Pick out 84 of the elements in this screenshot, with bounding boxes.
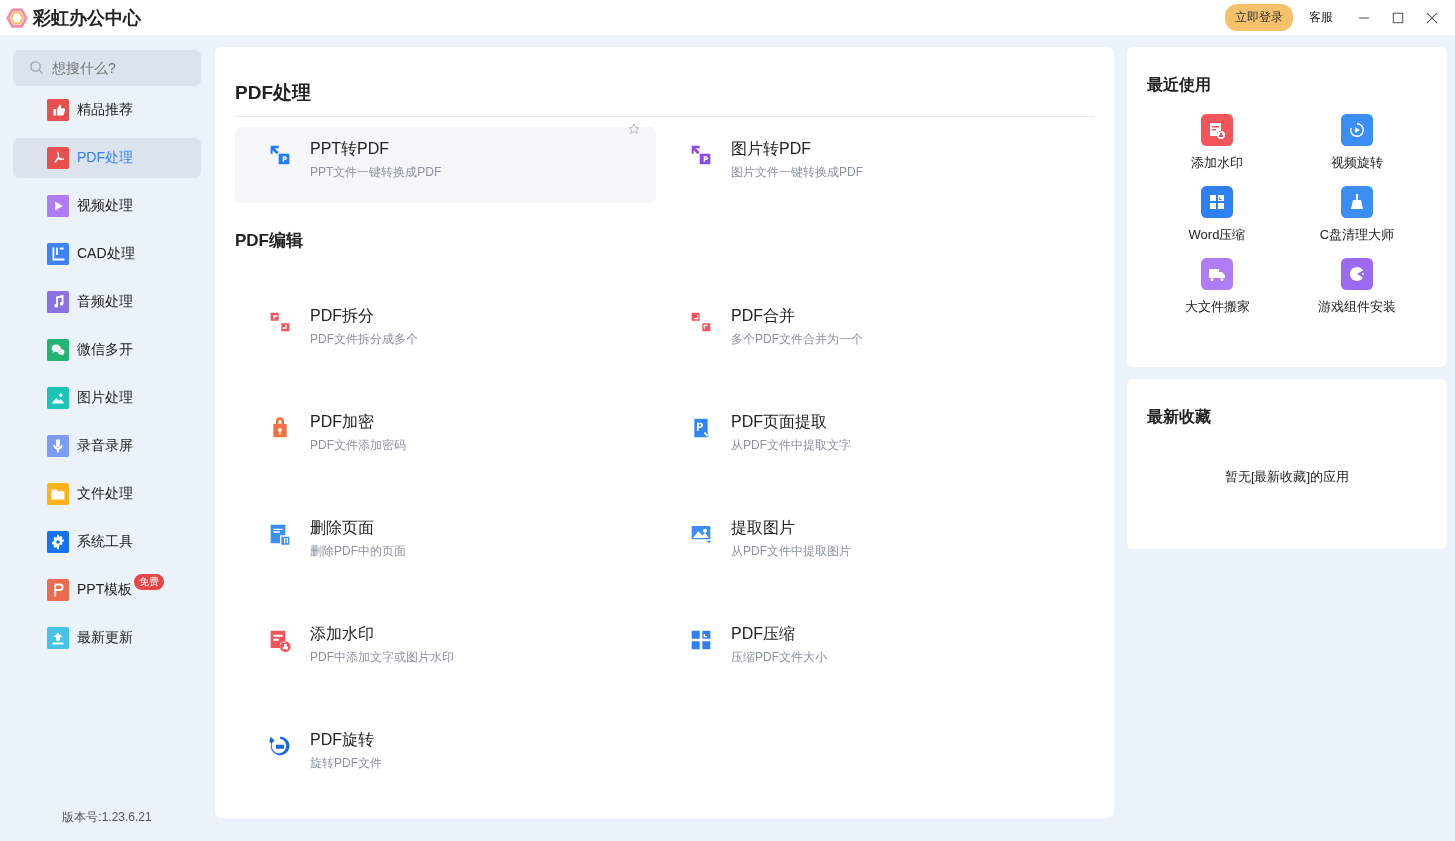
tool-name: PDF合并 xyxy=(731,306,796,326)
sidebar-item[interactable]: 视频处理 xyxy=(13,186,201,226)
tool-name: 图片转PDF xyxy=(731,139,812,159)
tool-name: PDF页面提取 xyxy=(731,412,828,432)
recent-app[interactable]: 游戏组件安装 xyxy=(1287,258,1427,316)
tool-description: 压缩PDF文件大小 xyxy=(731,649,827,666)
tool-card[interactable]: 图片转PDF 图片文件一键转换成PDF xyxy=(656,127,1077,203)
sidebar-item[interactable]: 文件处理 xyxy=(13,474,201,514)
sidebar-item-label: 微信多开 xyxy=(77,341,133,359)
tool-card[interactable]: PDF旋转 旋转PDF文件 xyxy=(235,692,656,798)
tool-card[interactable]: 添加水印 PDF中添加文字或图片水印 xyxy=(235,586,656,692)
sidebar-item-label: PDF处理 xyxy=(77,149,133,167)
tool-name: 添加水印 xyxy=(310,624,375,644)
sidebar-item[interactable]: 精品推荐 xyxy=(13,90,201,130)
tool-name: PDF拆分 xyxy=(310,306,375,326)
tool-description: 从PDF文件中提取图片 xyxy=(731,543,851,560)
sidebar-item-label: 录音录屏 xyxy=(77,437,133,455)
tool-card[interactable]: PPT转PDF PPT文件一键转换成PDF xyxy=(235,127,656,203)
sidebar-item[interactable]: 音频处理 xyxy=(13,282,201,322)
recent-app-label: 大文件搬家 xyxy=(1184,298,1250,316)
tool-card[interactable]: 删除页面 删除PDF中的页面 xyxy=(235,480,656,586)
sidebar-item[interactable]: 微信多开 xyxy=(13,330,201,370)
sidebar-item-label: 最新更新 xyxy=(77,629,133,647)
tool-description: 删除PDF中的页面 xyxy=(310,543,406,560)
tool-description: PDF文件拆分成多个 xyxy=(310,331,418,348)
star-icon[interactable] xyxy=(628,123,640,135)
login-button[interactable]: 立即登录 xyxy=(1225,4,1293,31)
section-title: PDF处理 xyxy=(235,47,1094,117)
version-text: 版本号:1.23.6.21 xyxy=(61,809,153,826)
tool-card[interactable]: PDF页面提取 从PDF文件中提取文字 xyxy=(656,374,1077,480)
free-badge: 免费 xyxy=(134,574,164,590)
close-icon[interactable] xyxy=(1426,11,1438,24)
tool-name: PDF旋转 xyxy=(310,730,375,750)
sidebar-item[interactable]: 系统工具 xyxy=(13,522,201,562)
sidebar-item[interactable]: CAD处理 xyxy=(13,234,201,274)
tool-description: PDF文件添加密码 xyxy=(310,437,406,454)
tool-card[interactable]: PDF合并 多个PDF文件合并为一个 xyxy=(656,268,1077,374)
tool-description: 从PDF文件中提取文字 xyxy=(731,437,851,454)
rainbow-logo-icon xyxy=(6,6,28,29)
tool-description: 图片文件一键转换成PDF xyxy=(731,164,863,181)
empty-message: 暂无[最新收藏]的应用 xyxy=(1223,468,1351,486)
tool-name: 删除页面 xyxy=(310,518,375,538)
tool-name: PDF压缩 xyxy=(731,624,796,644)
tool-name: 提取图片 xyxy=(731,518,796,538)
tool-description: PDF中添加文字或图片水印 xyxy=(310,649,454,666)
sidebar-item-label: CAD处理 xyxy=(77,245,135,263)
tool-name: PPT转PDF xyxy=(310,139,391,159)
sidebar-item[interactable]: PPT模板 免费 xyxy=(13,570,201,610)
customer-service-link[interactable]: 客服 xyxy=(1309,9,1333,26)
recent-app-label: 添加水印 xyxy=(1191,154,1243,172)
search-field[interactable]: 想搜什么? xyxy=(13,50,201,86)
sidebar-item-label: 精品推荐 xyxy=(77,101,133,119)
tool-description: 多个PDF文件合并为一个 xyxy=(731,331,863,348)
sidebar-item-label: 视频处理 xyxy=(77,197,133,215)
recent-app[interactable]: Word压缩 xyxy=(1147,186,1287,244)
sidebar-item-label: 图片处理 xyxy=(77,389,133,407)
recent-app-label: 视频旋转 xyxy=(1331,154,1383,172)
sidebar-item-label: PPT模板 xyxy=(77,581,133,599)
sidebar-item[interactable]: 录音录屏 xyxy=(13,426,201,466)
tool-card[interactable]: PDF加密 PDF文件添加密码 xyxy=(235,374,656,480)
tool-name: PDF加密 xyxy=(310,412,375,432)
recent-app[interactable]: 大文件搬家 xyxy=(1147,258,1287,316)
recent-app-label: C盘清理大师 xyxy=(1319,226,1395,244)
sidebar-item-label: 音频处理 xyxy=(77,293,133,311)
recent-app[interactable]: 视频旋转 xyxy=(1287,114,1427,172)
tool-card[interactable]: 提取图片 从PDF文件中提取图片 xyxy=(656,480,1077,586)
sidebar-item-label: 系统工具 xyxy=(77,533,133,551)
tool-card[interactable]: PDF拆分 PDF文件拆分成多个 xyxy=(235,268,656,374)
recent-app[interactable]: C盘清理大师 xyxy=(1287,186,1427,244)
search-icon xyxy=(29,60,44,75)
section-title: PDF编辑 xyxy=(235,230,304,252)
sidebar-item[interactable]: 最新更新 xyxy=(13,618,201,658)
sidebar-item-label: 文件处理 xyxy=(77,485,133,503)
app-title: 彩虹办公中心 xyxy=(33,6,141,30)
panel-title: 最新收藏 xyxy=(1147,407,1212,427)
maximize-icon[interactable] xyxy=(1392,11,1404,24)
panel-title: 最近使用 xyxy=(1147,75,1212,95)
recent-app-label: 游戏组件安装 xyxy=(1318,298,1396,316)
sidebar-item[interactable]: 图片处理 xyxy=(13,378,201,418)
recent-app[interactable]: 添加水印 xyxy=(1147,114,1287,172)
recent-app-label: Word压缩 xyxy=(1188,226,1246,244)
tool-card[interactable]: PDF压缩 压缩PDF文件大小 xyxy=(656,586,1077,692)
tool-description: 旋转PDF文件 xyxy=(310,755,382,772)
tool-description: PPT文件一键转换成PDF xyxy=(310,164,442,181)
